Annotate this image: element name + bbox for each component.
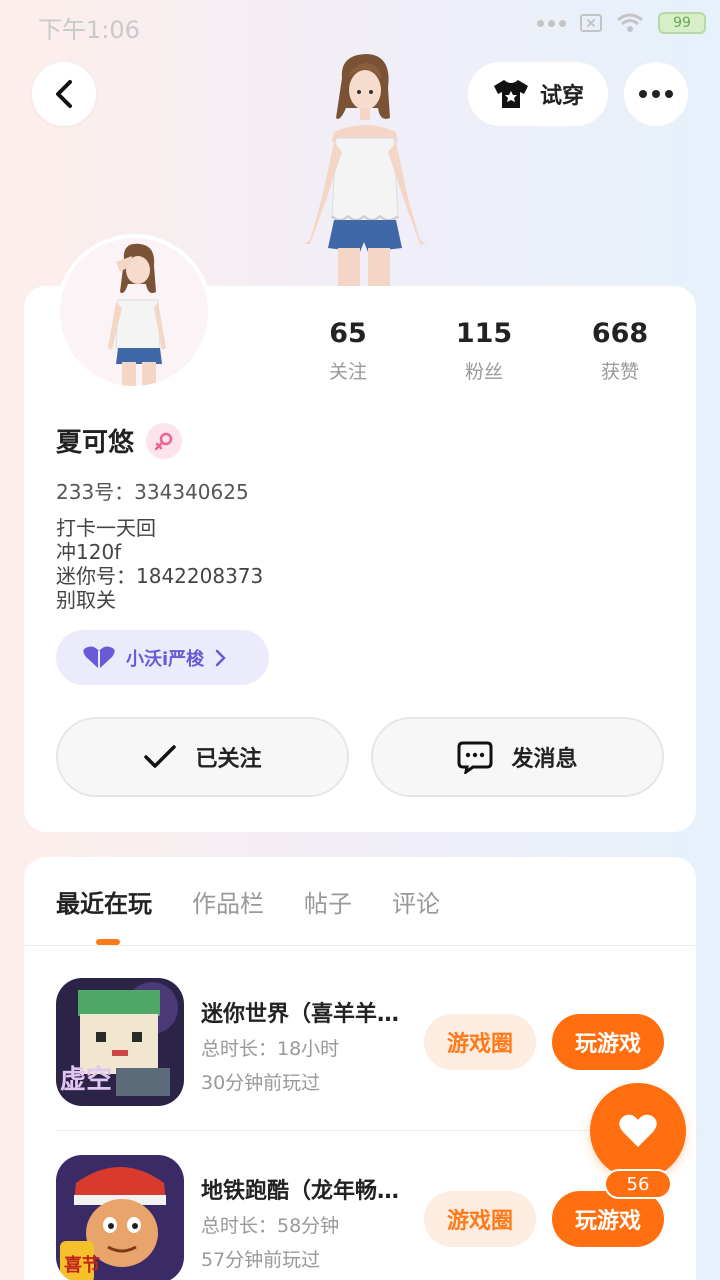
like-fab-button[interactable] [590, 1083, 686, 1179]
username-row: 夏可悠 [56, 422, 183, 459]
username: 夏可悠 [56, 428, 135, 458]
tab-posts[interactable]: 帖子 [304, 884, 352, 919]
game-circle-button[interactable]: 游戏圈 [424, 1014, 536, 1070]
more-dot-icon [665, 90, 673, 98]
game-duration: 总时长：58分钟 [201, 1215, 340, 1237]
more-dot-icon [639, 90, 647, 98]
stat-followers[interactable]: 115 粉丝 [416, 318, 552, 384]
wifi-icon [617, 13, 643, 32]
play-game-button[interactable]: 玩游戏 [552, 1014, 664, 1070]
game-last-played: 57分钟前玩过 [201, 1249, 321, 1271]
stat-likes[interactable]: 668 获赞 [552, 318, 688, 384]
signal-dots-icon [537, 19, 566, 27]
stat-value: 668 [591, 318, 649, 349]
tab-divider [24, 945, 696, 946]
game-last-played: 30分钟前玩过 [201, 1072, 321, 1094]
status-icons: 99 [537, 12, 706, 34]
tab-works[interactable]: 作品栏 [192, 884, 264, 919]
stat-following[interactable]: 65 关注 [280, 318, 416, 384]
svg-text:喜节: 喜节 [64, 1255, 100, 1276]
game-circle-button[interactable]: 游戏圈 [424, 1191, 536, 1247]
subway-surfers-game-icon: 喜节 [56, 1155, 184, 1280]
status-bar: 下午1:06 99 [0, 0, 720, 52]
stat-value: 65 [329, 318, 367, 349]
send-message-label: 发消息 [511, 747, 578, 772]
row-divider [56, 1130, 666, 1131]
heart-icon [83, 646, 115, 669]
no-sim-icon [580, 14, 602, 32]
avatar-image [108, 243, 166, 386]
like-count-badge: 56 [604, 1169, 672, 1199]
checkmark-icon [144, 745, 177, 768]
profile-tabs: 最近在玩 作品栏 帖子 评论 [56, 884, 440, 919]
stat-value: 115 [455, 318, 513, 349]
play-game-button[interactable]: 玩游戏 [552, 1191, 664, 1247]
more-options-button[interactable] [624, 62, 688, 126]
bio-line: 迷你号：1842208373 [56, 564, 264, 588]
send-message-button[interactable]: 发消息 [371, 717, 664, 797]
bio-line: 别取关 [56, 588, 116, 612]
more-dot-icon [652, 90, 660, 98]
stat-label: 获赞 [600, 361, 639, 383]
bio-line: 冲120f [56, 540, 122, 564]
avatar-figure-image [304, 54, 426, 288]
game-list-item[interactable]: 虚空 迷你世界（喜羊羊… 总时长：18小时 30分钟前玩过 游戏圈 玩游戏 [56, 978, 666, 1108]
tab-recently-played[interactable]: 最近在玩 [56, 884, 152, 919]
try-on-button[interactable]: 试穿 [468, 62, 608, 126]
game-title: 迷你世界（喜羊羊… [201, 1002, 400, 1027]
game-duration: 总时长：18小时 [201, 1038, 340, 1060]
chevron-right-icon [215, 649, 226, 666]
stat-label: 粉丝 [464, 361, 503, 383]
chat-bubble-icon [457, 741, 493, 774]
avatar[interactable] [56, 234, 212, 390]
tab-comments[interactable]: 评论 [392, 884, 440, 919]
back-button[interactable] [32, 62, 96, 126]
svg-text:虚空: 虚空 [60, 1064, 112, 1095]
followed-button[interactable]: 已关注 [56, 717, 349, 797]
chevron-left-icon [56, 80, 72, 108]
tshirt-icon [493, 80, 528, 108]
followed-label: 已关注 [195, 747, 262, 772]
battery-icon: 99 [658, 12, 706, 34]
club-pill-button[interactable]: 小沃i严梭 [56, 630, 269, 685]
status-time: 下午1:06 [38, 16, 140, 44]
user-id: 233号：334340625 [56, 480, 249, 504]
mini-world-game-icon: 虚空 [56, 978, 184, 1106]
stat-label: 关注 [328, 361, 367, 383]
female-icon [146, 422, 183, 459]
try-on-label: 试穿 [539, 84, 584, 109]
game-title: 地铁跑酷（龙年畅… [201, 1179, 400, 1204]
user-bio: 打卡一天回 冲120f 迷你号：1842208373 别取关 [56, 516, 263, 612]
club-label: 小沃i严梭 [126, 648, 205, 670]
game-list-item[interactable]: 喜节 地铁跑酷（龙年畅… 总时长：58分钟 57分钟前玩过 游戏圈 玩游戏 [56, 1155, 666, 1280]
bio-line: 打卡一天回 [56, 516, 156, 540]
profile-stats: 65 关注 115 粉丝 668 获赞 [280, 318, 690, 384]
heart-icon [619, 1114, 657, 1147]
